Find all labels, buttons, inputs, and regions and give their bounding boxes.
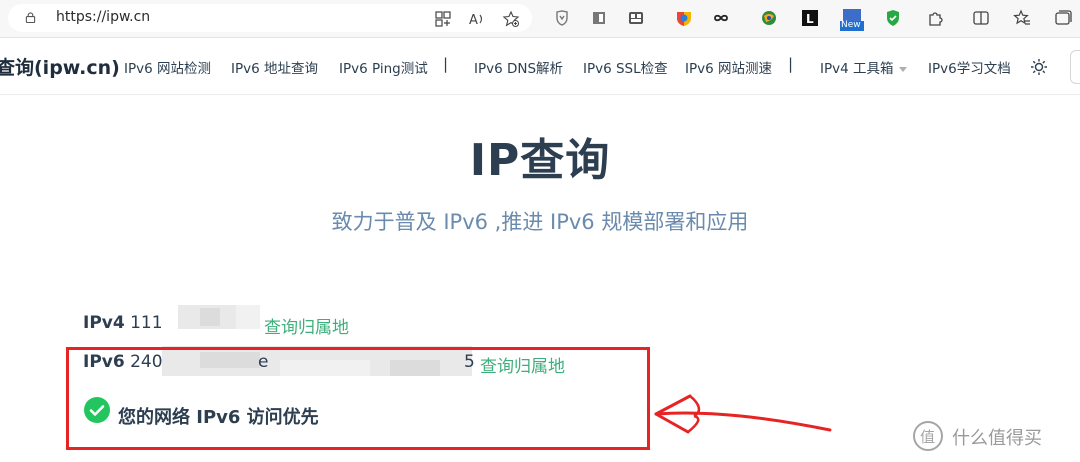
- site-nav: 查询(ipw.cn) IPv6 网站检测 IPv6 地址查询 IPv6 Ping…: [0, 38, 1080, 95]
- ipv4-location-link[interactable]: 查询归属地: [264, 313, 349, 338]
- svg-text:L: L: [806, 12, 814, 26]
- svg-text:值: 值: [920, 428, 935, 446]
- address-bar[interactable]: https://ipw.cn A: [8, 4, 532, 32]
- nav-separator: |: [788, 55, 794, 73]
- L-extension-icon[interactable]: L: [801, 9, 819, 27]
- dropdown-caret-icon: [898, 66, 907, 72]
- nav-link-ipv4-toolbox[interactable]: IPv4 工具箱: [820, 57, 907, 77]
- nav-link-ipv6-site-check[interactable]: IPv6 网站检测: [124, 57, 211, 77]
- infinity-extension-icon[interactable]: [712, 9, 730, 27]
- new-badge: New: [841, 20, 861, 30]
- ipv4-value: 111: [130, 313, 163, 333]
- nav-link-ipv6-ping[interactable]: IPv6 Ping测试: [339, 57, 428, 77]
- blur-block: [200, 308, 220, 326]
- nav-link-ipv6-ssl[interactable]: IPv6 SSL检查: [583, 57, 668, 77]
- collections-icon[interactable]: [1054, 9, 1072, 27]
- browser-toolbar: https://ipw.cn A L New: [0, 0, 1080, 38]
- reader-extension-icon[interactable]: [590, 9, 608, 27]
- nav-link-label: IPv4 工具箱: [820, 61, 894, 77]
- puzzle-extensions-icon[interactable]: [926, 9, 944, 27]
- new-extension-icon[interactable]: New: [840, 8, 864, 32]
- site-brand[interactable]: 查询(ipw.cn): [0, 53, 120, 80]
- colorful-extension-icon[interactable]: [675, 9, 693, 27]
- ipv4-label: IPv4: [83, 313, 125, 333]
- search-input[interactable]: [1070, 50, 1080, 84]
- lock-icon[interactable]: [25, 12, 36, 23]
- globe-extension-icon[interactable]: [760, 9, 778, 27]
- url-text[interactable]: https://ipw.cn: [56, 9, 150, 25]
- grid-extension-icon[interactable]: [627, 9, 645, 27]
- ipv4-row: IPv4 111: [83, 313, 163, 333]
- nav-link-ipv6-speed[interactable]: IPv6 网站测速: [685, 57, 772, 77]
- split-screen-icon[interactable]: [972, 9, 990, 27]
- zhi-logo-icon: 值: [913, 421, 943, 451]
- read-aloud-icon[interactable]: A: [468, 10, 486, 28]
- page-title: IP查询: [469, 135, 611, 186]
- watermark-text: 什么值得买: [952, 428, 1042, 449]
- nav-separator: |: [443, 55, 449, 73]
- svg-text:A: A: [469, 13, 478, 28]
- nav-link-ipv6-docs[interactable]: IPv6学习文档: [928, 57, 1011, 77]
- favorites-icon[interactable]: [1013, 9, 1031, 27]
- nav-link-ipv6-dns[interactable]: IPv6 DNS解析: [474, 57, 563, 77]
- green-shield-icon[interactable]: [884, 9, 902, 27]
- red-arrow-annotation: [654, 394, 832, 434]
- page-subtitle: 致力于普及 IPv6 ,推进 IPv6 规模部署和应用: [331, 210, 749, 234]
- theme-toggle-sun-icon[interactable]: [1030, 58, 1048, 76]
- favorite-add-icon[interactable]: [502, 10, 520, 28]
- nav-link-ipv6-address-query[interactable]: IPv6 地址查询: [231, 57, 318, 77]
- app-grid-icon[interactable]: [434, 10, 452, 28]
- shield-extension-icon[interactable]: [553, 9, 571, 27]
- highlight-box: [66, 347, 650, 450]
- blur-block: [236, 305, 260, 329]
